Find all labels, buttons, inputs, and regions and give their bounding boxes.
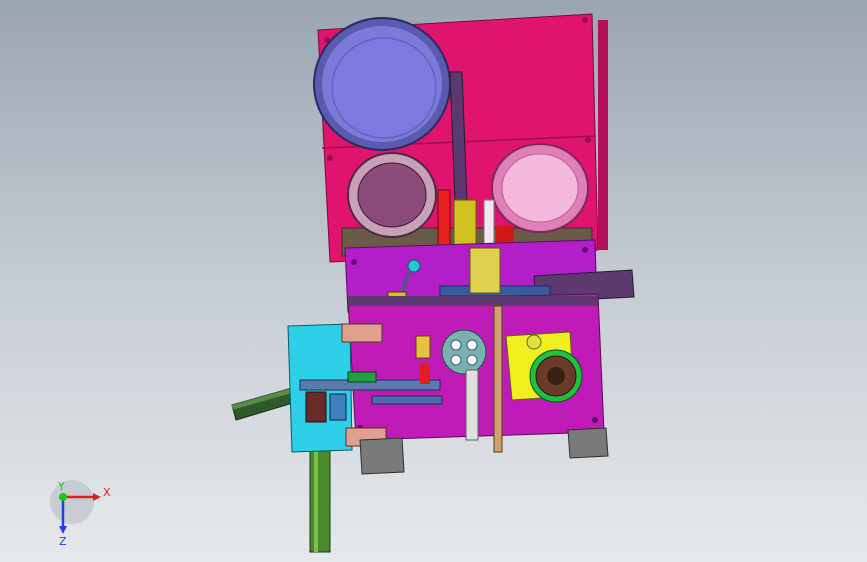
axis-triad: X Y Z (50, 480, 111, 548)
cad-viewport[interactable]: X Y Z (0, 0, 867, 562)
z-axis-label: Z (59, 535, 67, 548)
drive-wheel[interactable] (529, 349, 583, 403)
large-vibratory-bowl[interactable] (313, 17, 451, 151)
rotary-turret[interactable] (441, 329, 487, 375)
y-axis-point (59, 493, 67, 501)
light-bowl[interactable] (491, 143, 589, 233)
y-axis-label: Y (57, 480, 65, 493)
dark-bowl[interactable] (347, 152, 437, 238)
bottom-chute (309, 439, 331, 553)
x-axis-label: X (103, 486, 111, 499)
bolt-head (526, 334, 542, 350)
left-chute (231, 387, 297, 421)
